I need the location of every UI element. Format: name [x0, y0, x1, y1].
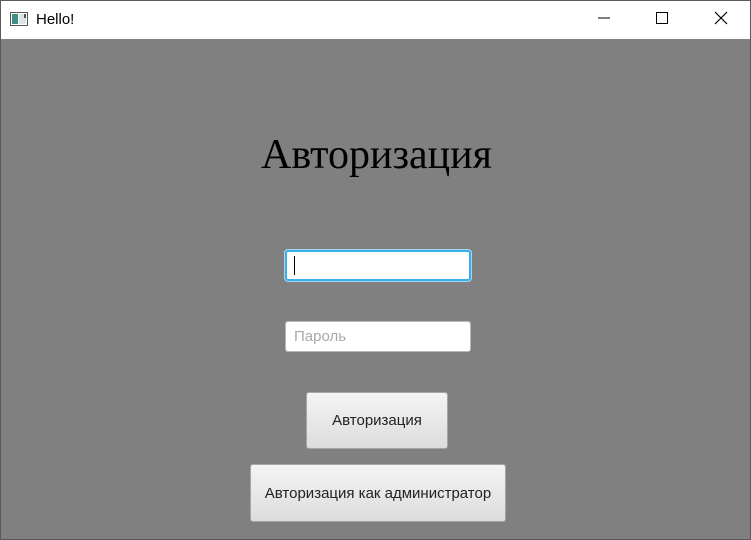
minimize-button[interactable]: [575, 1, 633, 39]
title-bar: Hello!: [1, 1, 750, 39]
admin-login-button[interactable]: Авторизация как администратор: [250, 464, 506, 522]
login-form: Авторизация Авторизация Авторизация как …: [1, 39, 750, 539]
text-caret: [294, 256, 295, 275]
page-title: Авторизация: [261, 132, 492, 178]
app-window: Hello! Авторизация Авторизация Авторизац…: [0, 0, 751, 540]
app-icon: [10, 12, 28, 26]
close-button[interactable]: [692, 1, 750, 39]
login-button[interactable]: Авторизация: [306, 392, 448, 449]
password-input[interactable]: [285, 321, 471, 352]
window-title: Hello!: [36, 11, 75, 28]
close-icon: [714, 11, 728, 30]
login-input[interactable]: [285, 250, 471, 281]
maximize-icon: [656, 11, 668, 29]
maximize-button[interactable]: [633, 1, 691, 39]
minimize-icon: [598, 11, 610, 29]
